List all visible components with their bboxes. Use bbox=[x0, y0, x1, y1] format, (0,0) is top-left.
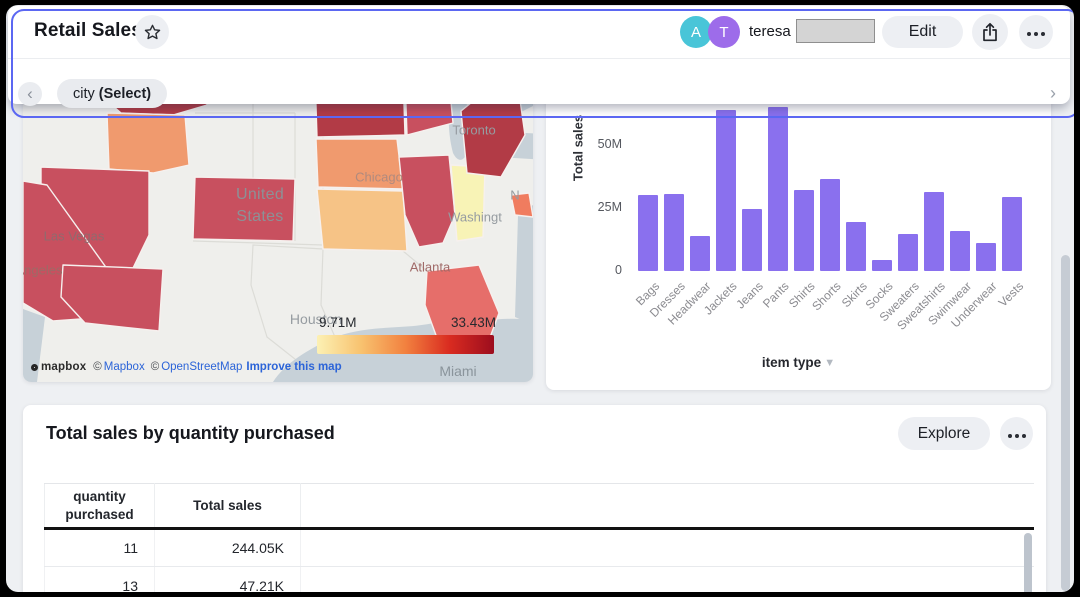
screenshot-root: Toronto Chicago United States N Washingt… bbox=[0, 0, 1080, 597]
table-row[interactable]: 11244.05K bbox=[45, 529, 1035, 567]
card-more-button[interactable] bbox=[1000, 417, 1033, 450]
table-scrollbar-thumb[interactable] bbox=[1024, 533, 1032, 592]
bar-underwear[interactable] bbox=[976, 243, 996, 271]
bar-headwear[interactable] bbox=[690, 236, 710, 271]
x-tick-vests: Vests bbox=[995, 279, 1026, 310]
redacted-username-block bbox=[796, 19, 875, 43]
state-missouri[interactable] bbox=[317, 189, 407, 251]
openstreetmap-link[interactable]: OpenStreetMap bbox=[161, 361, 242, 373]
map-label-washington-dc: Washingt bbox=[448, 210, 502, 225]
y-tick-50m: 50M bbox=[574, 137, 622, 151]
column-header-quantity-purchased[interactable]: quantity purchased bbox=[45, 484, 155, 529]
state-indiana[interactable] bbox=[451, 165, 485, 241]
table-card-title: Total sales by quantity purchased bbox=[46, 423, 335, 444]
map-attribution: mapbox © Mapbox © OpenStreetMap Improve … bbox=[31, 361, 346, 373]
x-tick-jeans: Jeans bbox=[733, 279, 766, 312]
mapbox-logo-icon bbox=[31, 364, 38, 371]
table-cell: 244.05K bbox=[155, 529, 301, 567]
bar-pants[interactable] bbox=[768, 107, 788, 271]
dashboard-header: Retail Sales A T teresa Edit bbox=[8, 6, 1070, 104]
column-header-spacer bbox=[301, 484, 1035, 529]
ellipsis-icon bbox=[1026, 23, 1047, 41]
favorite-button[interactable] bbox=[135, 15, 169, 49]
dashboard-title: Retail Sales bbox=[34, 20, 142, 42]
table-cell: 13 bbox=[45, 567, 155, 593]
copyright-glyph: © bbox=[93, 361, 101, 373]
username-label: teresa bbox=[749, 23, 791, 40]
filter-mode-label: (Select) bbox=[99, 86, 151, 102]
table-row[interactable]: 1347.21K bbox=[45, 567, 1035, 593]
header-more-button[interactable] bbox=[1019, 15, 1053, 49]
app-window: Toronto Chicago United States N Washingt… bbox=[6, 5, 1074, 592]
map-legend-min: 9.71M bbox=[319, 315, 357, 330]
bar-sweatshirts[interactable] bbox=[924, 192, 944, 271]
map-label-miami: Miami bbox=[439, 363, 476, 379]
improve-map-link[interactable]: Improve this map bbox=[246, 361, 341, 373]
bar-vests[interactable] bbox=[1002, 197, 1022, 271]
map-label-atlanta: Atlanta bbox=[410, 260, 450, 275]
avatar-initial: A bbox=[691, 24, 701, 41]
chevron-left-icon: ‹ bbox=[27, 85, 33, 102]
map-label-country-2: States bbox=[236, 208, 283, 226]
bar-jeans[interactable] bbox=[742, 209, 762, 271]
map-label-country-1: United bbox=[236, 186, 284, 204]
avatar-t[interactable]: T bbox=[708, 16, 740, 48]
share-icon bbox=[980, 21, 1000, 43]
filters-scroll-left-button[interactable]: ‹ bbox=[18, 82, 42, 106]
header-title-row: Retail Sales A T teresa Edit bbox=[8, 6, 1070, 58]
table-cell-spacer bbox=[301, 567, 1035, 593]
map-label-chicago: Chicago bbox=[355, 170, 403, 185]
map-legend-gradient bbox=[317, 335, 494, 354]
map-label-los-angeles: Angeles bbox=[23, 263, 62, 278]
filter-bar: ‹ city (Select) › bbox=[8, 59, 1070, 104]
bar-shorts[interactable] bbox=[820, 179, 840, 271]
table-header-row: quantity purchased Total sales bbox=[45, 484, 1035, 529]
bar-dresses[interactable] bbox=[664, 194, 684, 271]
bar-chart-card: Total sales 50M 25M 0 BagsDressesHeadwea… bbox=[546, 65, 1051, 390]
bar-shirts[interactable] bbox=[794, 190, 814, 271]
table-body: 11244.05K1347.21K bbox=[45, 529, 1035, 593]
bar-swimwear[interactable] bbox=[950, 231, 970, 271]
filters-scroll-right-button[interactable]: › bbox=[1050, 83, 1056, 104]
table-cell: 47.21K bbox=[155, 567, 301, 593]
bar-bags[interactable] bbox=[638, 195, 658, 271]
table-cell: 11 bbox=[45, 529, 155, 567]
bar-socks[interactable] bbox=[872, 260, 892, 271]
filter-chip-city[interactable]: city (Select) bbox=[57, 79, 167, 108]
ellipsis-icon bbox=[1006, 425, 1027, 443]
filter-field-label: city bbox=[73, 86, 95, 102]
mapbox-link[interactable]: Mapbox bbox=[104, 361, 145, 373]
y-tick-25m: 25M bbox=[574, 200, 622, 214]
map-label-newyork: N bbox=[510, 188, 519, 203]
state-oregon[interactable] bbox=[107, 113, 189, 173]
map-card: Toronto Chicago United States N Washingt… bbox=[23, 65, 533, 382]
bar-jackets[interactable] bbox=[716, 110, 736, 271]
us-choropleth-map[interactable]: Toronto Chicago United States N Washingt… bbox=[23, 65, 533, 382]
table-card: Total sales by quantity purchased Explor… bbox=[23, 405, 1046, 592]
x-tick-pants: Pants bbox=[760, 279, 792, 311]
y-tick-0: 0 bbox=[574, 263, 622, 277]
x-axis-tick-labels: BagsDressesHeadwearJacketsJeansPantsShir… bbox=[636, 275, 1026, 345]
mapbox-logo-word: mapbox bbox=[41, 361, 86, 373]
x-axis-title-dropdown[interactable]: item type▼ bbox=[546, 355, 1051, 370]
sales-table: quantity purchased Total sales 11244.05K… bbox=[44, 483, 1034, 592]
star-icon bbox=[143, 23, 162, 42]
share-button[interactable] bbox=[972, 14, 1008, 50]
table-cell-spacer bbox=[301, 529, 1035, 567]
column-header-total-sales[interactable]: Total sales bbox=[155, 484, 301, 529]
bar-sweaters[interactable] bbox=[898, 234, 918, 271]
map-legend-max: 33.43M bbox=[451, 315, 496, 330]
chevron-down-icon: ▼ bbox=[824, 357, 835, 369]
map-label-toronto: Toronto bbox=[452, 123, 495, 138]
x-tick-shorts: Shorts bbox=[809, 279, 843, 313]
page-scrollbar-thumb[interactable] bbox=[1061, 255, 1070, 591]
copyright-glyph: © bbox=[151, 361, 159, 373]
explore-button[interactable]: Explore bbox=[898, 417, 990, 450]
x-axis-title-label: item type bbox=[762, 355, 821, 370]
map-label-las-vegas: Las Vegas bbox=[44, 229, 105, 244]
avatar-initial: T bbox=[719, 24, 728, 41]
bar-skirts[interactable] bbox=[846, 222, 866, 271]
edit-button[interactable]: Edit bbox=[882, 16, 963, 48]
